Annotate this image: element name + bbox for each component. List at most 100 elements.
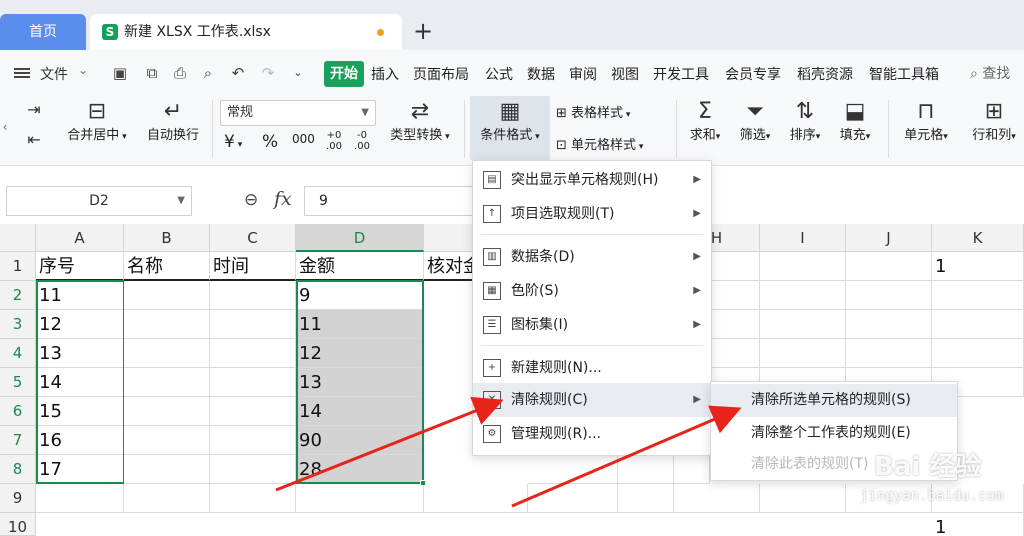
- cell-j9[interactable]: [846, 484, 932, 513]
- column-header-c[interactable]: C: [210, 224, 296, 252]
- cell-f9[interactable]: [528, 484, 618, 513]
- cell-button[interactable]: ⊓ 单元格▾: [896, 100, 956, 144]
- cell-a8[interactable]: 17: [36, 455, 124, 484]
- cell-b1[interactable]: 名称: [124, 252, 210, 281]
- conditional-format-button[interactable]: ▦ 条件格式 ▾: [470, 100, 550, 144]
- cell-h2[interactable]: [710, 281, 760, 310]
- menu-item-clear-rules[interactable]: ✕ 清除规则(C) ▶: [473, 383, 711, 417]
- menu-item-top-bottom-rules[interactable]: ↑ 项目选取规则(T) ▶: [473, 197, 711, 231]
- cell-k2[interactable]: [932, 281, 1024, 310]
- column-header-k[interactable]: K: [932, 224, 1024, 252]
- cell-c4[interactable]: [210, 339, 296, 368]
- cell-d5[interactable]: 13: [296, 368, 424, 397]
- cell-j3[interactable]: [846, 310, 932, 339]
- cell-a4[interactable]: 13: [36, 339, 124, 368]
- menu-insert[interactable]: 插入: [371, 64, 399, 84]
- cell-a3[interactable]: 12: [36, 310, 124, 339]
- wrap-text-button[interactable]: ↵ 自动换行: [140, 100, 206, 144]
- number-format-select[interactable]: 常规 ▼: [220, 100, 376, 126]
- menu-formulas[interactable]: 公式: [485, 64, 513, 84]
- more-chevron-icon[interactable]: ⌄: [288, 63, 308, 83]
- cell-a6[interactable]: 15: [36, 397, 124, 426]
- cell-b4[interactable]: [124, 339, 210, 368]
- menu-item-manage-rules[interactable]: ⚙ 管理规则(R)...: [473, 417, 711, 451]
- sort-button[interactable]: ⇅ 排序▾: [784, 100, 826, 144]
- thousands-button[interactable]: 000: [292, 132, 315, 146]
- cell-b9[interactable]: [124, 484, 210, 513]
- cell-h9[interactable]: [674, 484, 760, 513]
- fill-handle[interactable]: [420, 480, 426, 486]
- cell-k4[interactable]: [932, 339, 1024, 368]
- row-header-7[interactable]: 7: [0, 426, 36, 455]
- formula-input[interactable]: 9: [304, 186, 484, 216]
- row-header-3[interactable]: 3: [0, 310, 36, 339]
- column-header-a[interactable]: A: [36, 224, 124, 252]
- cell-a7[interactable]: 16: [36, 426, 124, 455]
- cell-k9[interactable]: [932, 484, 1024, 513]
- cell-i9[interactable]: [760, 484, 846, 513]
- cell-a1[interactable]: 序号: [36, 252, 124, 281]
- redo-icon[interactable]: ↷: [258, 63, 278, 83]
- cell-c9[interactable]: [210, 484, 296, 513]
- sum-button[interactable]: Σ 求和▾: [684, 100, 726, 144]
- save-icon[interactable]: ▣: [110, 63, 130, 83]
- menu-docer[interactable]: 稻壳资源: [797, 64, 853, 84]
- cell-j4[interactable]: [846, 339, 932, 368]
- menu-view[interactable]: 视图: [611, 64, 639, 84]
- menu-item-color-scales[interactable]: ▦ 色阶(S) ▶: [473, 274, 711, 308]
- new-tab-button[interactable]: +: [412, 16, 434, 46]
- cell-a2[interactable]: 11: [36, 281, 124, 310]
- cell-h8[interactable]: [674, 455, 710, 484]
- indent-icon[interactable]: ⇥: [20, 98, 48, 122]
- cell-c2[interactable]: [210, 281, 296, 310]
- column-header-i[interactable]: I: [760, 224, 846, 252]
- cell-j1[interactable]: [846, 252, 932, 281]
- cell-e9[interactable]: [424, 484, 528, 513]
- cell-b5[interactable]: [124, 368, 210, 397]
- menu-page-layout[interactable]: 页面布局: [413, 64, 469, 84]
- print-icon[interactable]: ⎙: [170, 63, 190, 83]
- zoom-lookup-icon[interactable]: ⊖: [244, 190, 258, 210]
- chevron-down-icon[interactable]: ⌄: [78, 63, 88, 77]
- cell-c3[interactable]: [210, 310, 296, 339]
- cell-d9[interactable]: [296, 484, 424, 513]
- cell-i4[interactable]: [760, 339, 846, 368]
- cell-h4[interactable]: [710, 339, 760, 368]
- menu-file[interactable]: 文件: [40, 64, 68, 84]
- cell-c5[interactable]: [210, 368, 296, 397]
- hamburger-menu-icon[interactable]: [14, 68, 30, 78]
- cell-a5[interactable]: 14: [36, 368, 124, 397]
- percent-button[interactable]: %: [262, 132, 278, 152]
- cell-a9[interactable]: [36, 484, 124, 513]
- submenu-item-clear-selected[interactable]: 清除所选单元格的规则(S): [711, 384, 957, 417]
- cell-k1[interactable]: 1: [932, 252, 1024, 281]
- row-header-8[interactable]: 8: [0, 455, 36, 484]
- submenu-item-clear-sheet[interactable]: 清除整个工作表的规则(E): [711, 417, 957, 450]
- row-header-9[interactable]: 9: [0, 484, 36, 513]
- decrease-decimal-button[interactable]: -0 .00: [350, 130, 374, 152]
- cell-c7[interactable]: [210, 426, 296, 455]
- fill-button[interactable]: ⬓ 填充▾: [834, 100, 876, 144]
- cell-d1[interactable]: 金额: [296, 252, 424, 281]
- cell-c6[interactable]: [210, 397, 296, 426]
- menu-item-highlight-rules[interactable]: ▤ 突出显示单元格规则(H) ▶: [473, 163, 711, 197]
- cell-g8[interactable]: [618, 455, 674, 484]
- cell-f8[interactable]: [528, 455, 618, 484]
- row-header-4[interactable]: 4: [0, 339, 36, 368]
- cell-h3[interactable]: [710, 310, 760, 339]
- menu-item-new-rule[interactable]: + 新建规则(N)...: [473, 351, 711, 385]
- column-header-j[interactable]: J: [846, 224, 932, 252]
- cell-k10[interactable]: 1: [932, 513, 1024, 536]
- cell-i1[interactable]: [760, 252, 846, 281]
- menu-developer[interactable]: 开发工具: [653, 64, 709, 84]
- row-header-10[interactable]: 10: [0, 513, 36, 536]
- outdent-icon[interactable]: ⇤: [20, 128, 48, 152]
- ribbon-scroll-left-icon[interactable]: ‹: [0, 120, 10, 134]
- name-box[interactable]: D2 ▼: [6, 186, 192, 216]
- fx-icon[interactable]: fx: [274, 188, 292, 210]
- undo-icon[interactable]: ↶: [228, 63, 248, 83]
- row-col-button[interactable]: ⊞ 行和列▾: [964, 100, 1024, 144]
- menu-review[interactable]: 审阅: [569, 64, 597, 84]
- cell-b8[interactable]: [124, 455, 210, 484]
- search-box[interactable]: ⌕ 查找: [970, 63, 1010, 83]
